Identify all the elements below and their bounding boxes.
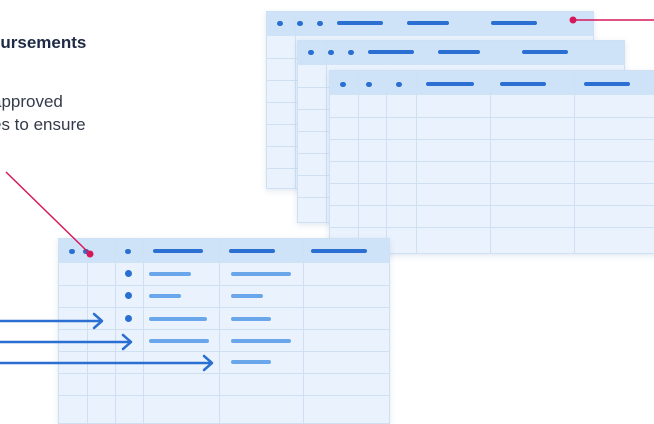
- annotation-overlay: [0, 0, 654, 419]
- arrow-icon: [0, 314, 102, 328]
- connector-line-left: [6, 172, 94, 258]
- connector-line-right: [570, 17, 654, 24]
- arrow-icon: [0, 356, 212, 370]
- arrow-icon: [0, 335, 131, 349]
